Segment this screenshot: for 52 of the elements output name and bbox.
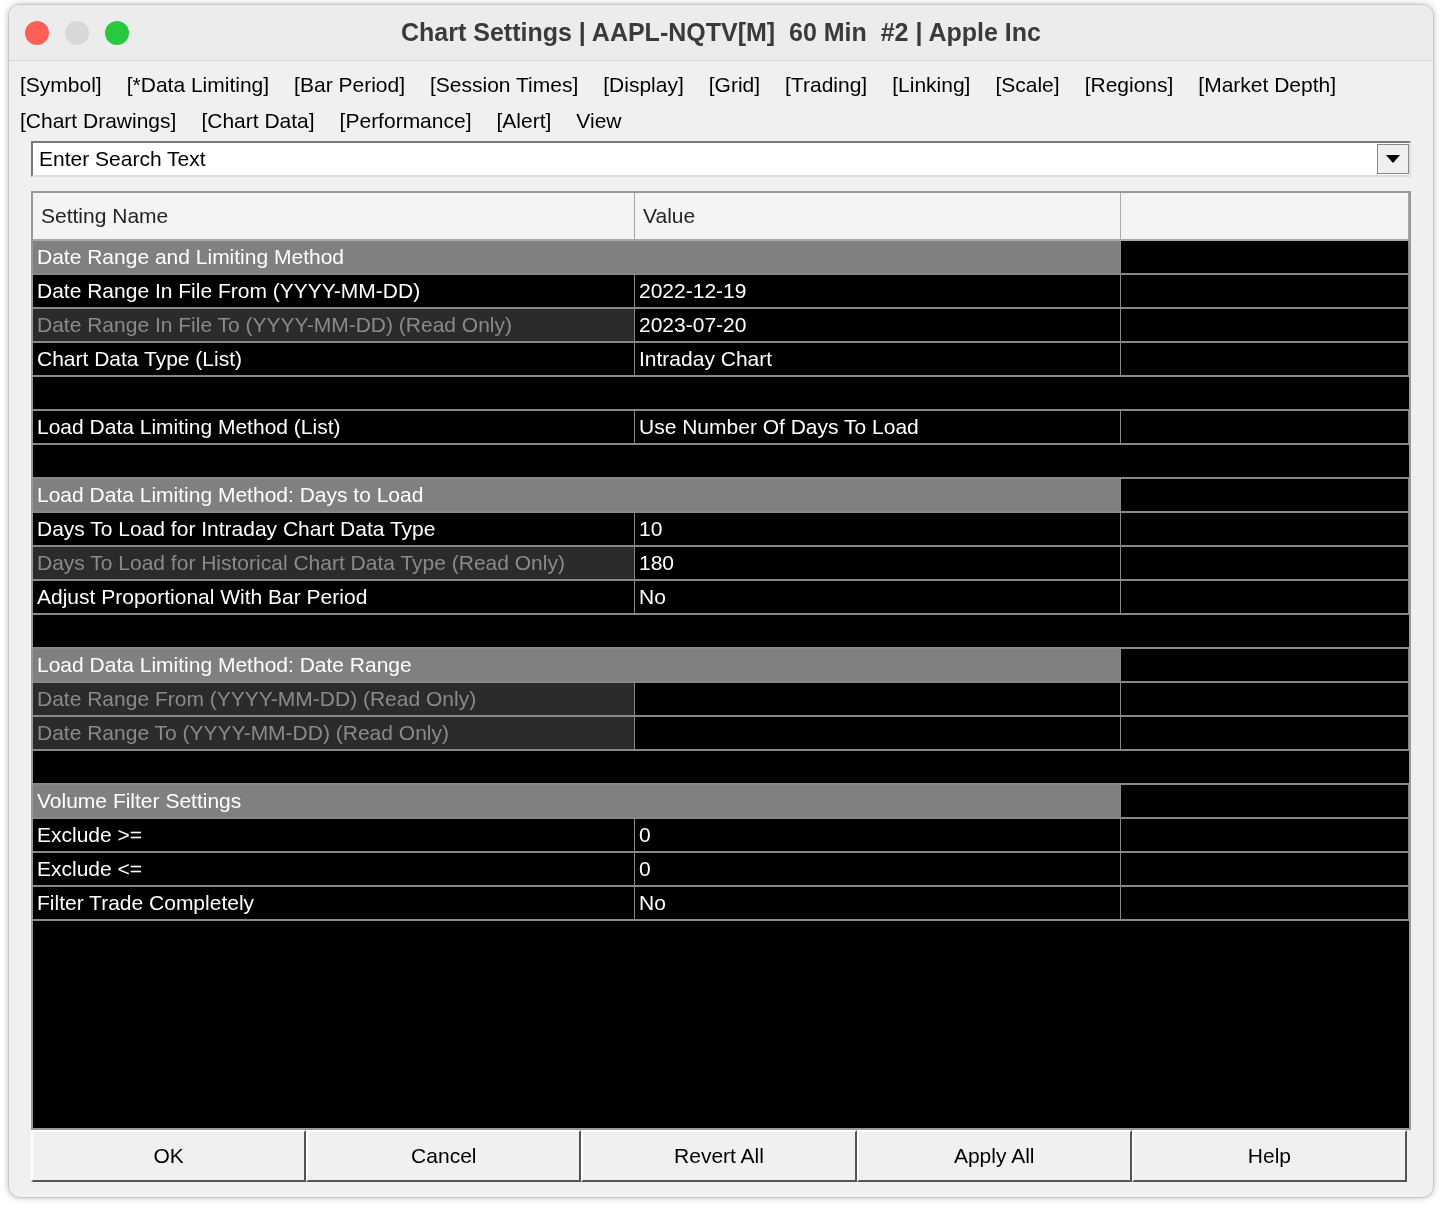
column-header: Setting Name	[33, 193, 635, 241]
column-header: Value	[635, 193, 1121, 241]
window-title: Chart Settings | AAPL-NQTV[M] 60 Min #2 | Apple Inc	[401, 17, 1041, 46]
dialog-button[interactable]: OK	[31, 1130, 307, 1182]
close-icon[interactable]	[25, 20, 49, 45]
setting-value[interactable]: No	[635, 887, 1121, 921]
zoom-icon[interactable]	[105, 20, 129, 45]
settings-tab[interactable]: [Bar Period]	[294, 67, 405, 103]
setting-name: Date Range From (YYYY-MM-DD) (Read Only)	[33, 683, 635, 717]
setting-name: Load Data Limiting Method (List)	[33, 411, 635, 445]
caret-icon	[1386, 155, 1400, 163]
setting-value[interactable]: 0	[635, 819, 1121, 853]
dropdown-button[interactable]	[1377, 144, 1409, 174]
setting-name: Days To Load for Historical Chart Data Type (Read Only)	[33, 547, 635, 581]
setting-name: Date Range To (YYYY-MM-DD) (Read Only)	[33, 717, 635, 751]
setting-value[interactable]: Intraday Chart	[635, 343, 1121, 377]
setting-name: Filter Trade Completely	[33, 887, 635, 921]
setting-name: Chart Data Type (List)	[33, 343, 635, 377]
settings-tab[interactable]: [Market Depth]	[1198, 67, 1337, 103]
settings-tab[interactable]: [Scale]	[995, 67, 1060, 103]
section-header: Date Range and Limiting Method	[33, 241, 1121, 275]
setting-value[interactable]: 10	[635, 513, 1121, 547]
setting-name: Exclude >=	[33, 819, 635, 853]
section-header: Load Data Limiting Method: Date Range	[33, 649, 1121, 683]
setting-name: Exclude <=	[33, 853, 635, 887]
settings-tab[interactable]: [Performance]	[339, 103, 472, 139]
setting-name: Date Range In File To (YYYY-MM-DD) (Read Only)	[33, 309, 635, 343]
setting-value[interactable]: 180	[635, 547, 1121, 581]
settings-tab[interactable]: [Regions]	[1084, 67, 1174, 103]
section-header: Load Data Limiting Method: Days to Load	[33, 479, 1121, 513]
settings-tab[interactable]: [Linking]	[892, 67, 971, 103]
settings-tab[interactable]: [Grid]	[708, 67, 761, 103]
setting-value[interactable]: 2022-12-19	[635, 275, 1121, 309]
setting-value[interactable]: No	[635, 581, 1121, 615]
setting-value[interactable]: Use Number Of Days To Load	[635, 411, 1121, 445]
settings-tab[interactable]: [Display]	[603, 67, 684, 103]
setting-name: Adjust Proportional With Bar Period	[33, 581, 635, 615]
setting-value[interactable]: 2023-07-20	[635, 309, 1121, 343]
dialog-button[interactable]: Cancel	[306, 1130, 582, 1182]
dialog-button[interactable]: Help	[1131, 1130, 1407, 1182]
dialog-button[interactable]: Revert All	[581, 1130, 857, 1182]
settings-tab[interactable]: [Chart Data]	[201, 103, 315, 139]
settings-tab[interactable]: [Session Times]	[430, 67, 579, 103]
dialog-button[interactable]: Apply All	[856, 1130, 1132, 1182]
settings-tab[interactable]: [*Data Limiting]	[126, 67, 270, 103]
setting-value[interactable]: 0	[635, 853, 1121, 887]
settings-tab[interactable]: [Trading]	[785, 67, 868, 103]
section-header: Volume Filter Settings	[33, 785, 1121, 819]
settings-tab[interactable]: [Alert]	[496, 103, 552, 139]
settings-tab[interactable]: View	[576, 103, 622, 139]
settings-tab[interactable]: [Symbol]	[20, 67, 102, 103]
settings-tab[interactable]: [Chart Drawings]	[20, 103, 177, 139]
